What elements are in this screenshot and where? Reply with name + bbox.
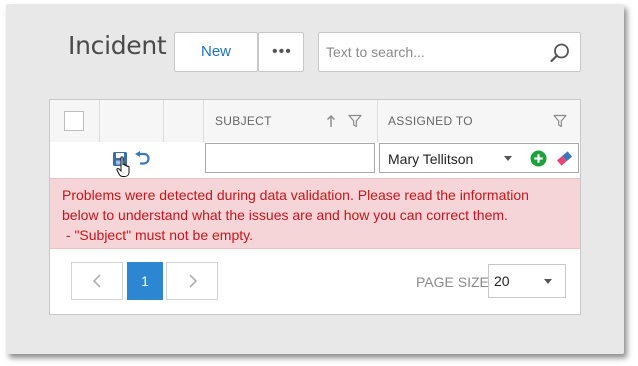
page-1-button[interactable]: 1	[127, 262, 163, 300]
pager: 1 PAGE SIZE 20	[50, 250, 580, 314]
incident-grid: SUBJECT ASSIGNED TO Mary Tellitson Probl…	[49, 99, 581, 315]
chevron-right-icon	[189, 274, 198, 288]
add-icon[interactable]	[530, 150, 547, 167]
page-title: Incident	[68, 31, 167, 60]
filter-icon[interactable]	[348, 114, 362, 128]
select-all-checkbox[interactable]	[64, 111, 84, 131]
validation-line: Problems were detected during data valid…	[62, 187, 529, 203]
validation-line: - "Subject" must not be empty.	[62, 227, 253, 243]
chevron-left-icon	[92, 274, 101, 288]
subject-input[interactable]	[205, 143, 375, 173]
assigned-to-value: Mary Tellitson	[388, 151, 474, 167]
undo-icon[interactable]	[134, 151, 150, 167]
search-input[interactable]	[319, 33, 546, 71]
column-header-subject[interactable]: SUBJECT	[215, 100, 272, 142]
new-button[interactable]: New	[174, 32, 258, 72]
chevron-down-icon[interactable]	[544, 279, 552, 284]
column-header-assigned-to[interactable]: ASSIGNED TO	[388, 100, 473, 142]
incident-panel: Incident New ••• SUBJECT ASSIGNED TO	[6, 4, 624, 354]
page-size-value: 20	[494, 273, 510, 289]
search-box[interactable]	[318, 32, 581, 72]
assigned-to-dropdown[interactable]: Mary Tellitson	[379, 143, 579, 173]
next-page-button[interactable]	[166, 262, 218, 300]
page-size-label: PAGE SIZE	[416, 274, 489, 290]
more-dots-icon: •••	[272, 43, 292, 60]
chevron-down-icon[interactable]	[504, 156, 512, 161]
more-actions-button[interactable]: •••	[258, 32, 304, 72]
validation-line: below to understand what the issues are …	[62, 207, 508, 223]
edit-row: Mary Tellitson	[50, 142, 580, 177]
previous-page-button[interactable]	[71, 262, 123, 300]
sort-ascending-icon[interactable]	[326, 114, 336, 128]
page-size-dropdown[interactable]: 20	[488, 264, 566, 298]
eraser-icon[interactable]	[556, 150, 573, 167]
filter-icon[interactable]	[553, 114, 567, 128]
grid-header: SUBJECT ASSIGNED TO	[50, 100, 580, 177]
hand-cursor-icon	[116, 156, 130, 177]
validation-error-message: Problems were detected during data valid…	[50, 178, 580, 249]
search-icon[interactable]	[549, 42, 571, 64]
